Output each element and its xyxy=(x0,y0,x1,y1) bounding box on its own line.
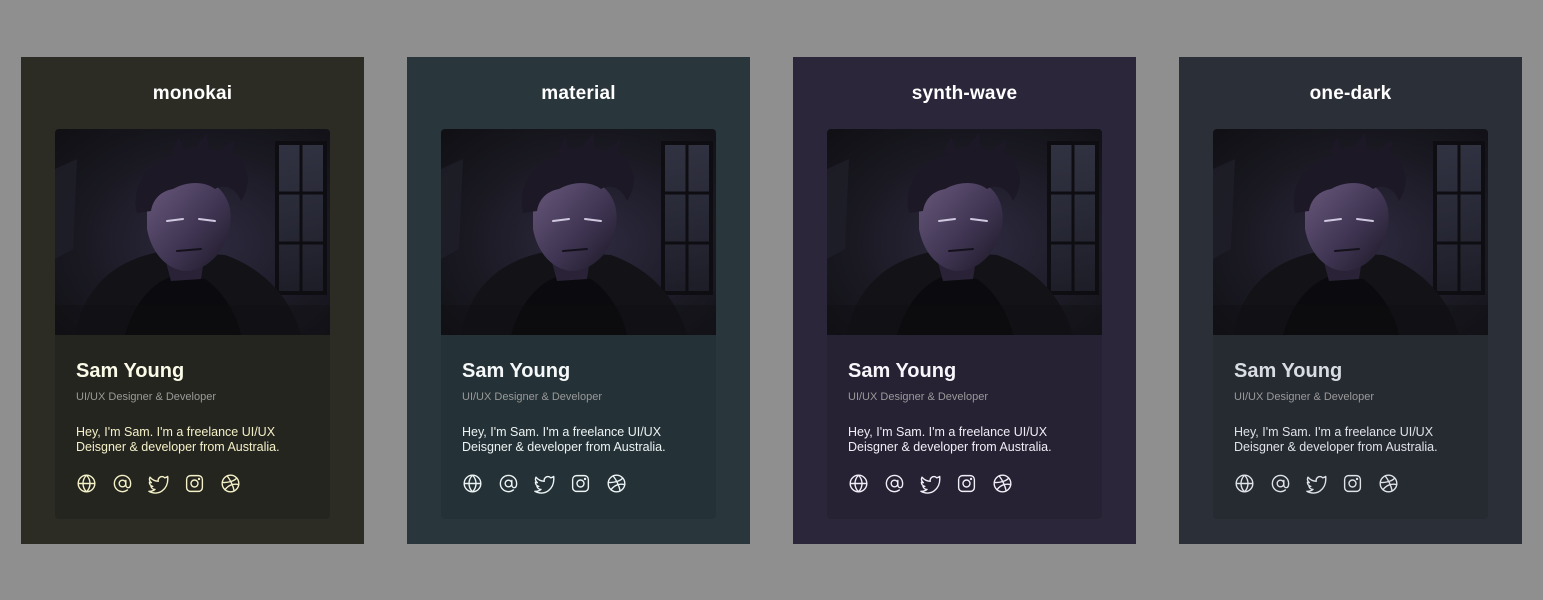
globe-icon[interactable] xyxy=(1234,473,1255,494)
dribbble-icon[interactable] xyxy=(606,473,627,494)
at-sign-icon[interactable] xyxy=(112,473,133,494)
theme-panel-monokai: monokai Sam Young UI/UX Designer & Devel… xyxy=(21,57,364,544)
social-links xyxy=(848,473,1013,494)
twitter-icon[interactable] xyxy=(920,473,941,494)
profile-name: Sam Young xyxy=(76,360,185,382)
profile-portrait xyxy=(55,129,330,335)
profile-name: Sam Young xyxy=(1234,360,1343,382)
theme-panel-synth-wave: synth-wave Sam Young UI/UX Designer & De… xyxy=(793,57,1136,544)
profile-role: UI/UX Designer & Developer xyxy=(462,391,603,403)
profile-name: Sam Young xyxy=(462,360,571,382)
profile-card: Sam Young UI/UX Designer & Developer Hey… xyxy=(441,129,716,519)
profile-name: Sam Young xyxy=(848,360,957,382)
social-links xyxy=(462,473,627,494)
dribbble-icon[interactable] xyxy=(220,473,241,494)
theme-title: one-dark xyxy=(1309,83,1392,104)
twitter-icon[interactable] xyxy=(534,473,555,494)
instagram-icon[interactable] xyxy=(1342,473,1363,494)
profile-bio: Hey, I'm Sam. I'm a freelance UI/UX Deis… xyxy=(848,425,1052,454)
theme-panel-material: material Sam Young UI/UX Designer & Deve… xyxy=(407,57,750,544)
theme-title: material xyxy=(541,83,616,104)
at-sign-icon[interactable] xyxy=(498,473,519,494)
profile-portrait xyxy=(1213,129,1488,335)
social-links xyxy=(76,473,241,494)
profile-card: Sam Young UI/UX Designer & Developer Hey… xyxy=(827,129,1102,519)
dribbble-icon[interactable] xyxy=(992,473,1013,494)
profile-bio: Hey, I'm Sam. I'm a freelance UI/UX Deis… xyxy=(462,425,666,454)
globe-icon[interactable] xyxy=(76,473,97,494)
theme-title: synth-wave xyxy=(911,83,1018,104)
instagram-icon[interactable] xyxy=(956,473,977,494)
instagram-icon[interactable] xyxy=(184,473,205,494)
profile-role: UI/UX Designer & Developer xyxy=(848,391,989,403)
theme-panel-one-dark: one-dark Sam Young UI/UX Designer & Deve… xyxy=(1179,57,1522,544)
profile-role: UI/UX Designer & Developer xyxy=(1234,391,1375,403)
profile-card: Sam Young UI/UX Designer & Developer Hey… xyxy=(55,129,330,519)
profile-portrait xyxy=(827,129,1102,335)
profile-bio: Hey, I'm Sam. I'm a freelance UI/UX Deis… xyxy=(1234,425,1438,454)
dribbble-icon[interactable] xyxy=(1378,473,1399,494)
at-sign-icon[interactable] xyxy=(884,473,905,494)
social-links xyxy=(1234,473,1399,494)
twitter-icon[interactable] xyxy=(148,473,169,494)
theme-title: monokai xyxy=(152,83,233,104)
profile-portrait xyxy=(441,129,716,335)
twitter-icon[interactable] xyxy=(1306,473,1327,494)
globe-icon[interactable] xyxy=(462,473,483,494)
at-sign-icon[interactable] xyxy=(1270,473,1291,494)
profile-role: UI/UX Designer & Developer xyxy=(76,391,217,403)
instagram-icon[interactable] xyxy=(570,473,591,494)
globe-icon[interactable] xyxy=(848,473,869,494)
profile-card: Sam Young UI/UX Designer & Developer Hey… xyxy=(1213,129,1488,519)
profile-bio: Hey, I'm Sam. I'm a freelance UI/UX Deis… xyxy=(76,425,280,454)
